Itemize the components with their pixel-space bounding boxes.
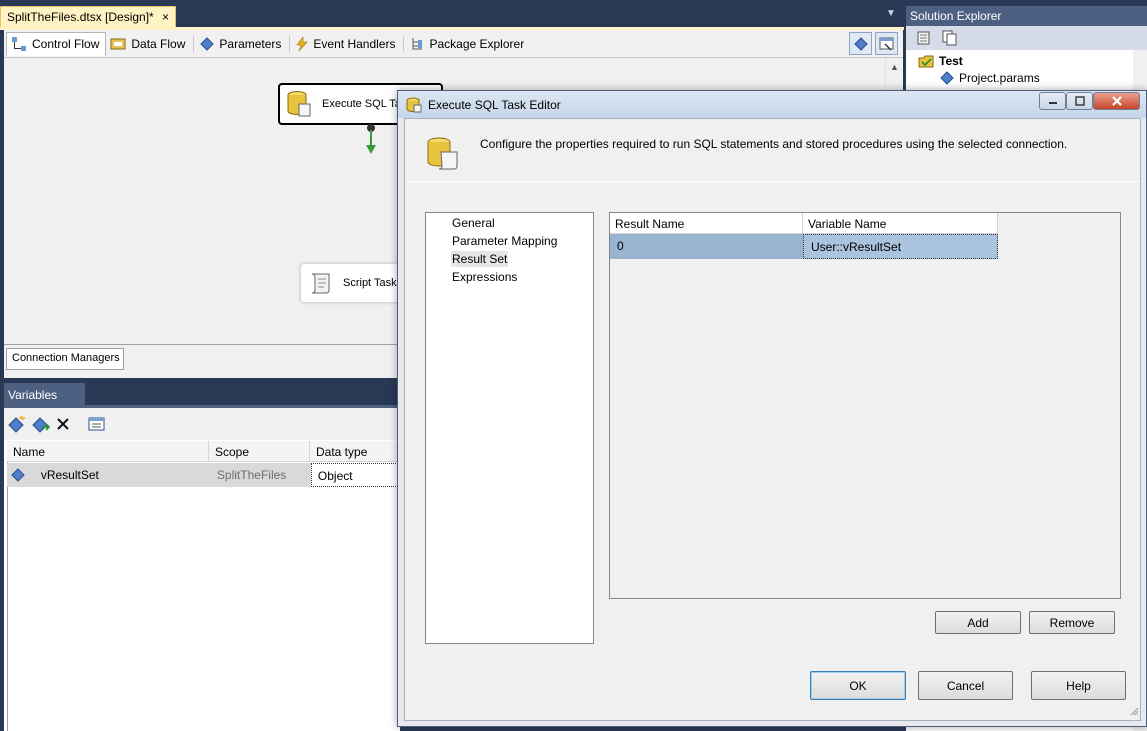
tree-item-project[interactable]: Test xyxy=(918,53,963,69)
table-row[interactable]: vResultSet SplitTheFiles Object xyxy=(7,463,401,487)
script-task-shape[interactable]: Script Task xyxy=(300,263,410,303)
resize-grip-icon[interactable] xyxy=(1129,705,1139,716)
project-label: Test xyxy=(939,54,963,68)
tab-label: Control Flow xyxy=(32,36,100,51)
tab-package-explorer[interactable]: Package Explorer xyxy=(406,32,530,56)
tab-connection-managers[interactable]: Connection Managers xyxy=(6,348,124,370)
execute-sql-task-icon xyxy=(427,137,458,170)
column-header-data-type[interactable]: Data type xyxy=(310,441,400,461)
tab-label: Data Flow xyxy=(131,36,186,51)
solution-explorer-title[interactable]: Solution Explorer xyxy=(906,6,1147,26)
tab-list-dropdown-icon[interactable]: ▼ xyxy=(886,8,896,19)
column-header-variable-name[interactable]: Variable Name xyxy=(803,213,998,234)
variables-pane-title[interactable]: Variables xyxy=(4,383,85,407)
tab-separator xyxy=(403,35,405,52)
window-settings-icon xyxy=(879,37,893,50)
show-all-files-icon[interactable] xyxy=(942,30,958,46)
variable-icon xyxy=(11,468,25,482)
variables-toolbar xyxy=(4,408,400,440)
help-button[interactable]: Help xyxy=(1031,671,1126,700)
tab-parameters[interactable]: Parameters xyxy=(196,32,287,56)
tab-separator xyxy=(193,35,195,52)
editor-navigation-list: General Parameter Mapping Result Set Exp… xyxy=(425,212,594,644)
ok-button[interactable]: OK xyxy=(810,671,906,700)
minimize-icon xyxy=(1048,102,1057,104)
variable-name-cell[interactable]: vResultSet xyxy=(25,468,211,482)
project-icon xyxy=(918,55,934,68)
result-set-grid[interactable] xyxy=(609,212,1121,599)
properties-icon[interactable] xyxy=(916,30,932,46)
delete-variable-icon[interactable] xyxy=(56,417,70,431)
cancel-button[interactable]: Cancel xyxy=(918,671,1013,700)
dialog-title-bar[interactable]: Execute SQL Task Editor xyxy=(398,91,1146,118)
maximize-icon xyxy=(1074,96,1085,106)
minimize-button[interactable] xyxy=(1039,92,1066,110)
close-tab-icon[interactable]: × xyxy=(162,10,169,24)
nav-item-result-set[interactable]: Result Set xyxy=(451,251,509,267)
variable-scope-cell[interactable]: SplitTheFiles xyxy=(211,468,311,482)
tab-label: Package Explorer xyxy=(429,36,525,51)
precedence-arrow-icon[interactable] xyxy=(363,130,379,156)
event-handlers-icon xyxy=(296,36,309,51)
execute-sql-task-icon xyxy=(287,91,311,117)
designer-options-button[interactable] xyxy=(875,32,898,55)
tab-data-flow[interactable]: Data Flow xyxy=(106,32,191,56)
solution-explorer-toolbar xyxy=(906,26,1147,50)
add-variable-icon[interactable] xyxy=(8,415,26,433)
variable-data-type-cell[interactable]: Object xyxy=(310,463,401,487)
execute-sql-task-icon xyxy=(406,97,422,112)
dialog-description: Configure the properties required to run… xyxy=(480,137,1068,151)
result-name-cell[interactable]: 0 xyxy=(610,234,803,259)
grid-options-icon[interactable] xyxy=(88,416,106,432)
tab-event-handlers[interactable]: Event Handlers xyxy=(292,32,401,56)
add-button[interactable]: Add xyxy=(935,611,1021,634)
variables-grid-header: Name Scope Data type xyxy=(7,441,400,462)
banner-divider xyxy=(405,181,1140,182)
script-task-label: Script Task xyxy=(343,277,397,289)
document-tab-title: SplitTheFiles.dtsx [Design]* xyxy=(7,10,154,24)
variable-name-cell[interactable]: User::vResultSet xyxy=(803,234,998,259)
tree-item-project-params[interactable]: Project.params xyxy=(940,71,1040,85)
close-icon xyxy=(1111,96,1122,106)
scroll-up-icon[interactable]: ▲ xyxy=(890,62,899,72)
script-task-icon xyxy=(311,273,330,294)
data-flow-icon xyxy=(110,38,126,49)
control-flow-icon xyxy=(12,36,26,51)
dialog-title: Execute SQL Task Editor xyxy=(428,97,561,112)
tab-separator xyxy=(289,35,291,52)
nav-item-expressions[interactable]: Expressions xyxy=(451,269,518,285)
nav-item-parameter-mapping[interactable]: Parameter Mapping xyxy=(451,233,558,249)
diamond-icon xyxy=(853,36,868,51)
close-button[interactable] xyxy=(1093,92,1140,110)
column-header-scope[interactable]: Scope xyxy=(209,441,310,461)
move-variable-icon[interactable] xyxy=(32,415,50,433)
resize-grip-icon xyxy=(1130,707,1139,716)
params-label: Project.params xyxy=(959,71,1040,85)
maximize-button[interactable] xyxy=(1066,92,1093,110)
column-header-name[interactable]: Name xyxy=(7,441,209,461)
nav-item-general[interactable]: General xyxy=(451,215,496,231)
params-icon xyxy=(940,71,954,85)
designer-tab-strip: Control Flow Data Flow Parameters Event … xyxy=(4,30,903,58)
column-header-result-name[interactable]: Result Name xyxy=(610,213,803,234)
table-row[interactable]: 0 User::vResultSet xyxy=(610,234,998,259)
tab-label: Event Handlers xyxy=(313,36,396,51)
document-tab[interactable]: SplitTheFiles.dtsx [Design]* × xyxy=(0,6,176,28)
remove-button[interactable]: Remove xyxy=(1029,611,1115,634)
tab-label: Parameters xyxy=(219,36,282,51)
parameters-icon xyxy=(200,36,215,51)
result-set-grid-header: Result Name Variable Name xyxy=(610,213,998,234)
package-explorer-icon xyxy=(412,37,423,49)
zoom-to-fit-button[interactable] xyxy=(849,32,872,55)
tab-control-flow[interactable]: Control Flow xyxy=(6,31,107,56)
